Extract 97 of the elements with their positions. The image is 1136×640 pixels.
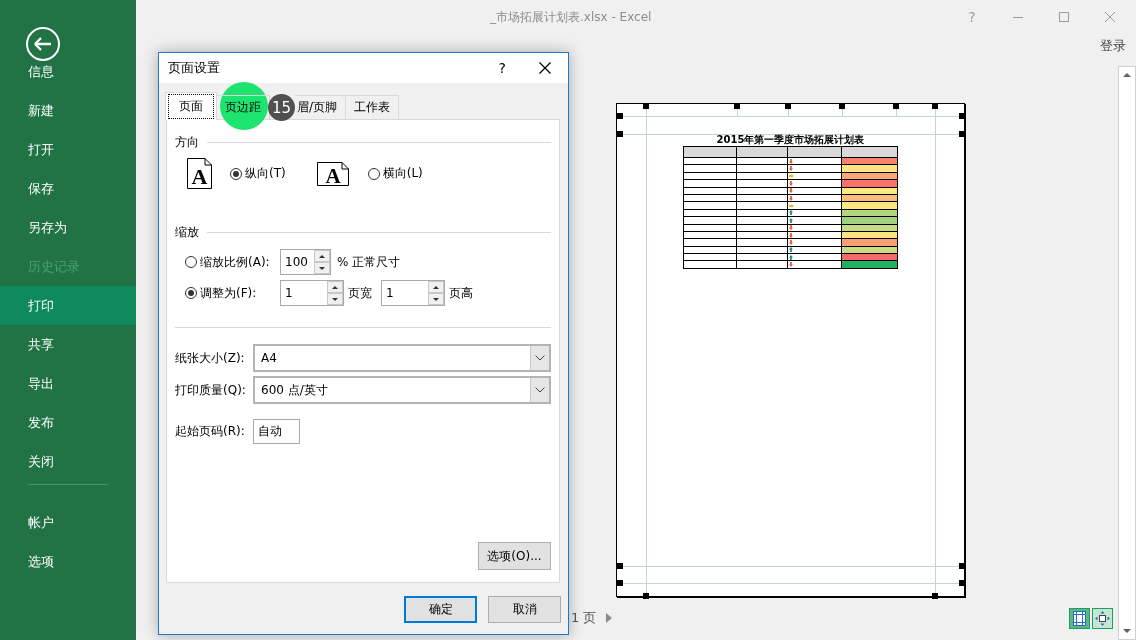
sheet-header-cell [737,147,787,157]
sheet-header-cell [684,147,736,157]
dialog-title: 页面设置 [168,59,220,77]
step-badge: 15 [268,94,295,121]
margins-icon [1073,610,1086,626]
spin-down-button[interactable] [327,293,343,305]
sidebar-item[interactable]: 保存 [0,169,136,208]
minimize-icon[interactable] [1013,16,1023,18]
radio-button[interactable] [185,287,197,299]
up-triangle-icon [319,254,325,258]
sidebar-item[interactable]: 信息 [0,52,136,91]
dropdown-button[interactable] [530,378,549,402]
scroll-down-arrow-icon[interactable] [1123,629,1131,633]
margin-handle[interactable] [839,103,845,109]
section-heading: 方向 [175,133,199,151]
radio-label: 调整为(F): [200,284,257,302]
unit-label: 页宽 [348,284,372,302]
sidebar-item[interactable]: 帐户 [0,503,136,542]
radio-button[interactable] [367,167,380,180]
margin-handle[interactable] [893,103,899,109]
dialog-button[interactable]: 确定 [404,596,477,623]
field-label: 纸张大小(Z): [175,349,246,367]
margin-handle[interactable] [785,103,791,109]
sidebar-item[interactable]: 选项 [0,542,136,581]
margin-handle[interactable] [617,563,623,569]
margin-handle[interactable] [617,580,623,586]
margin-handle[interactable] [959,563,965,569]
first-page-number-field[interactable]: 自动 [253,419,300,444]
spin-down-button[interactable] [314,262,330,274]
radio-label: 纵向(T) [245,165,286,182]
paper-size-select[interactable]: A4 [253,344,551,372]
spin-up-button[interactable] [327,281,343,293]
margin-handle[interactable] [932,593,938,599]
right-arrow-icon [789,203,794,208]
sidebar-item[interactable]: 新建 [0,91,136,130]
right-arrow-icon [789,173,794,178]
margin-handle[interactable] [617,131,623,137]
down-triangle-icon [433,297,439,301]
radio-label: 横向(L) [382,165,423,182]
up-triangle-icon [433,285,439,289]
radio-label: 缩放比例(A): [200,253,270,271]
options-button[interactable]: 选项(O)... [478,542,551,570]
margin-handle[interactable] [959,580,965,586]
print-quality-select[interactable]: 600 点/英寸 [253,376,551,404]
zoom-percent-spinner[interactable]: 100 [280,249,331,275]
unit-label: 页高 [449,284,473,302]
sidebar-item[interactable]: 发布 [0,403,136,442]
margin-handle[interactable] [932,103,938,109]
radio-button[interactable] [185,256,197,268]
landscape-page-icon: A [316,161,349,186]
next-page-icon[interactable] [606,613,613,623]
chevron-down-icon [535,355,545,361]
margin-handle[interactable] [643,593,649,599]
margin-handle[interactable] [959,131,965,137]
dropdown-button[interactable] [530,346,549,370]
down-arrow-icon [789,262,793,268]
sign-in-link[interactable]: 登录 [1100,37,1126,55]
sidebar-item[interactable]: 导出 [0,364,136,403]
unit-label: % 正常尺寸 [337,253,401,271]
maximize-icon[interactable] [1059,12,1069,22]
up-triangle-icon [332,285,338,289]
window-title: _市场拓展计划表.xlsx - Excel [490,8,652,26]
margin-handle[interactable] [643,103,649,109]
section-heading: 缩放 [175,223,199,241]
radio-button[interactable] [230,167,242,180]
spin-up-button[interactable] [314,250,330,262]
margin-handle[interactable] [959,113,965,119]
sidebar-item[interactable]: 共享 [0,325,136,364]
field-label: 起始页码(R): [175,423,246,440]
sheet-title: 2015年第一季度市场拓展计划表 [715,134,866,146]
close-icon[interactable] [539,62,551,74]
spin-down-button[interactable] [428,293,444,305]
page-number: 1 页 [571,609,597,627]
scrollbar[interactable] [1118,66,1136,640]
down-triangle-icon [332,297,338,301]
zoom-to-page-button[interactable] [1092,607,1113,629]
tab[interactable]: 页面 [165,92,217,120]
pages-tall-spinner[interactable]: 1 [381,280,445,306]
sidebar-item[interactable]: 关闭 [0,442,136,481]
sidebar-item[interactable]: 打开 [0,130,136,169]
field-label: 打印质量(Q): [175,381,247,399]
zoom-to-page-icon [1095,610,1110,626]
spin-up-button[interactable] [428,281,444,293]
scroll-up-arrow-icon[interactable] [1123,73,1131,77]
sidebar-item[interactable]: 另存为 [0,208,136,247]
help-button[interactable]: ? [498,60,506,76]
show-margins-button[interactable] [1069,607,1090,629]
sheet-header-cell [788,147,841,157]
portrait-page-icon: A [187,158,212,189]
margin-handle[interactable] [617,113,623,119]
chevron-down-icon [535,387,545,393]
dialog-button[interactable]: 取消 [488,596,561,623]
margin-handle[interactable] [734,103,740,109]
pages-wide-spinner[interactable]: 1 [280,280,344,306]
sheet-header-cell [842,147,897,157]
down-triangle-icon [319,266,325,270]
sidebar-item[interactable]: 打印 [0,286,136,325]
